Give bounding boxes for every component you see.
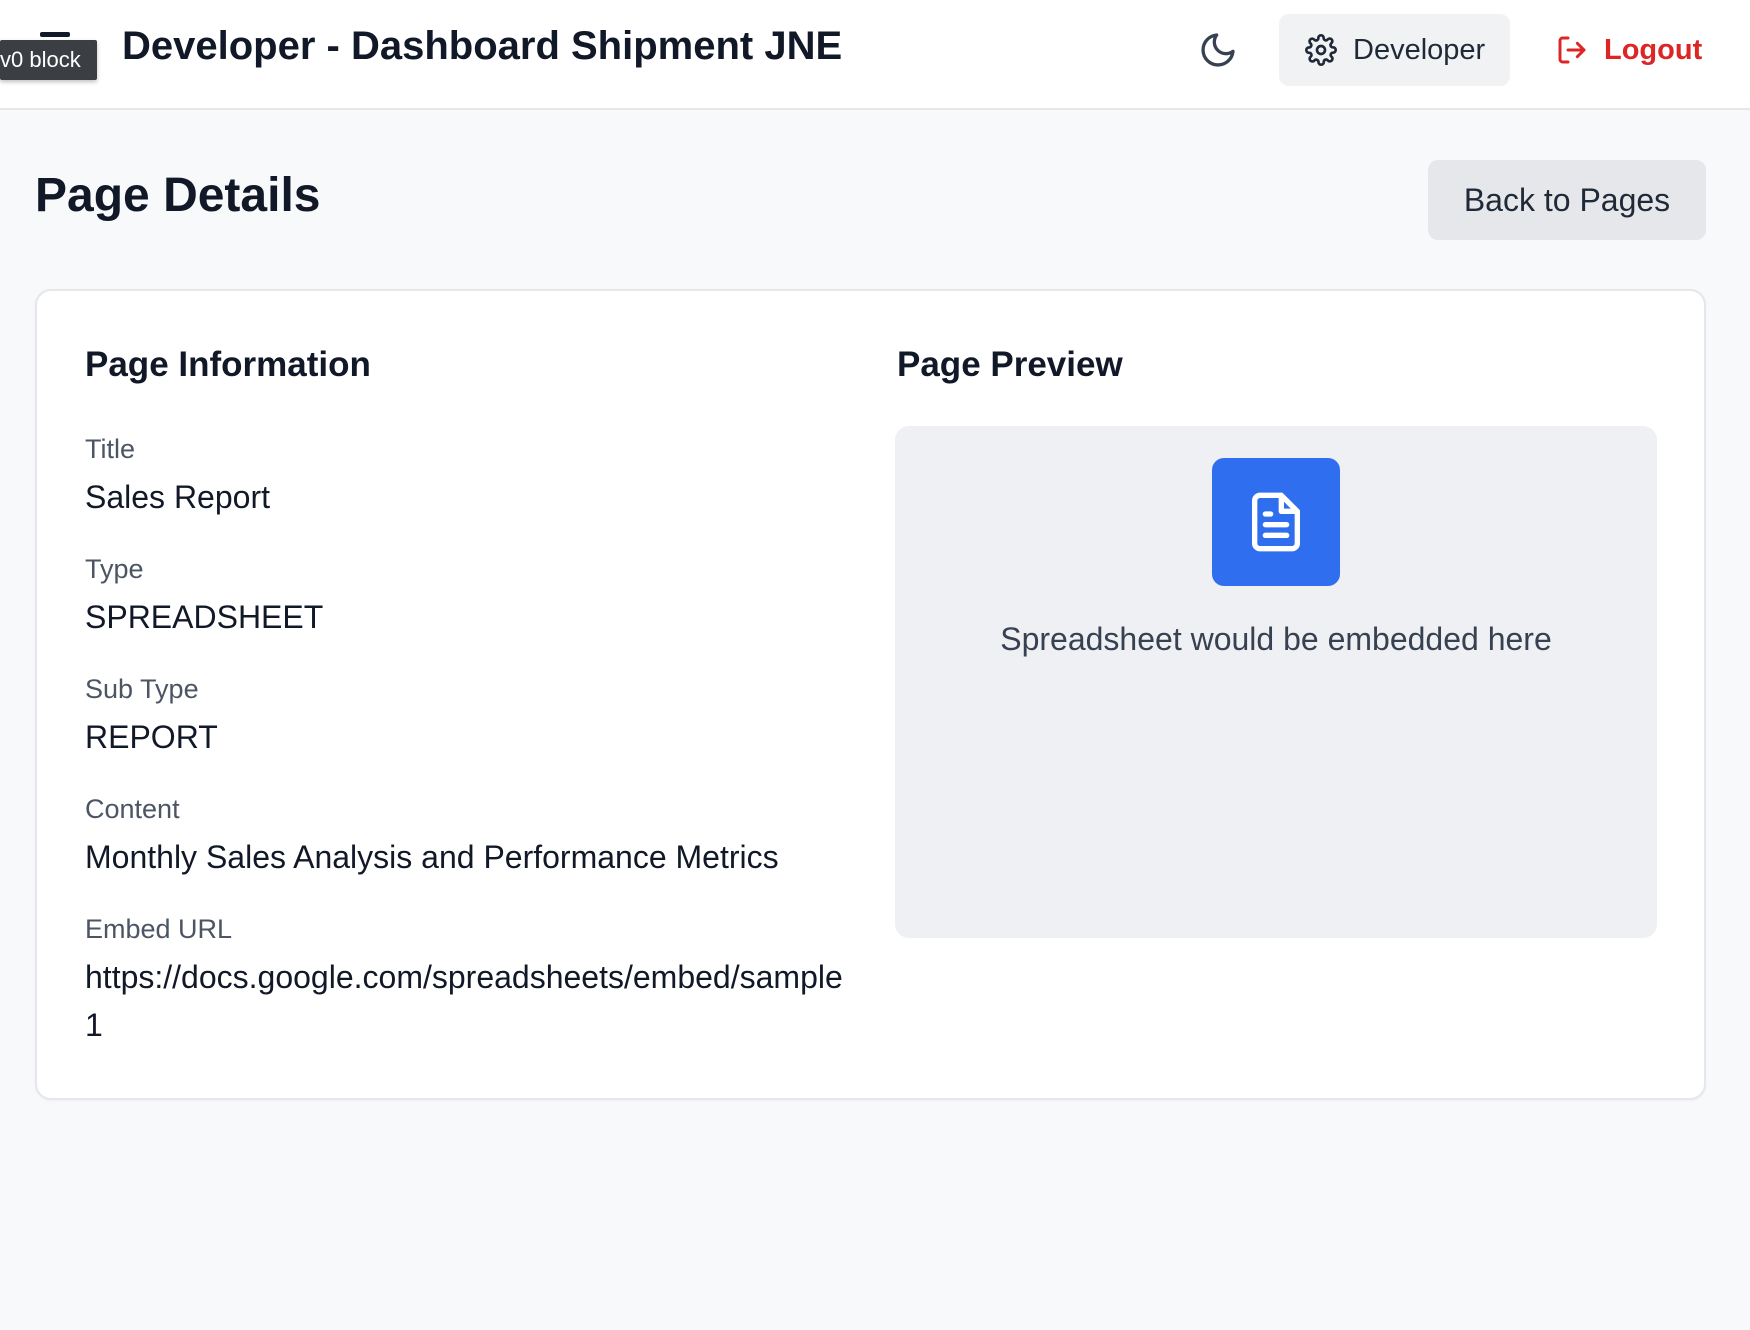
app-title: Developer - Dashboard Shipment JNE [122,24,843,68]
field-label: Title [85,434,136,464]
moon-icon [1201,33,1235,67]
document-icon [1212,458,1340,586]
field-embed-url: Embed URL https://docs.google.com/spread… [85,911,855,1049]
field-content: Content Monthly Sales Analysis and Perfo… [85,791,855,881]
field-label: Content [85,794,180,824]
field-value: Sales Report [85,479,270,515]
field-value: REPORT [85,719,218,755]
field-label: Type [85,554,144,584]
logout-icon [1558,36,1586,64]
field-type: Type SPREADSHEET [85,551,855,641]
page-details-card: Page Information Title Sales Report Type… [35,289,1706,1100]
developer-role-label: Developer [1353,33,1486,66]
field-value: Monthly Sales Analysis and Performance M… [85,839,779,875]
page-information-heading: Page Information [85,345,371,384]
page-preview-heading: Page Preview [897,345,1123,384]
preview-placeholder-text: Spreadsheet would be embedded here [1000,621,1552,657]
developer-role-button[interactable]: Developer [1279,14,1510,86]
field-title: Title Sales Report [85,431,855,521]
field-label: Sub Type [85,674,199,704]
field-label: Embed URL [85,914,233,944]
field-value: https://docs.google.com/spreadsheets/emb… [85,959,843,1043]
v0-block-badge: v0 block [0,40,97,80]
theme-toggle-button[interactable] [1196,28,1240,72]
field-sub-type: Sub Type REPORT [85,671,855,761]
field-value: SPREADSHEET [85,599,324,635]
back-to-pages-button[interactable]: Back to Pages [1428,160,1706,240]
page-title: Page Details [35,169,321,222]
page-preview-box: Spreadsheet would be embedded here [895,426,1657,938]
top-navigation-bar: v0 block Developer - Dashboard Shipment … [0,0,1750,110]
gear-icon [1305,34,1337,66]
logout-button[interactable]: Logout [1556,14,1716,86]
menu-icon[interactable] [40,32,70,37]
logout-label: Logout [1604,33,1703,66]
